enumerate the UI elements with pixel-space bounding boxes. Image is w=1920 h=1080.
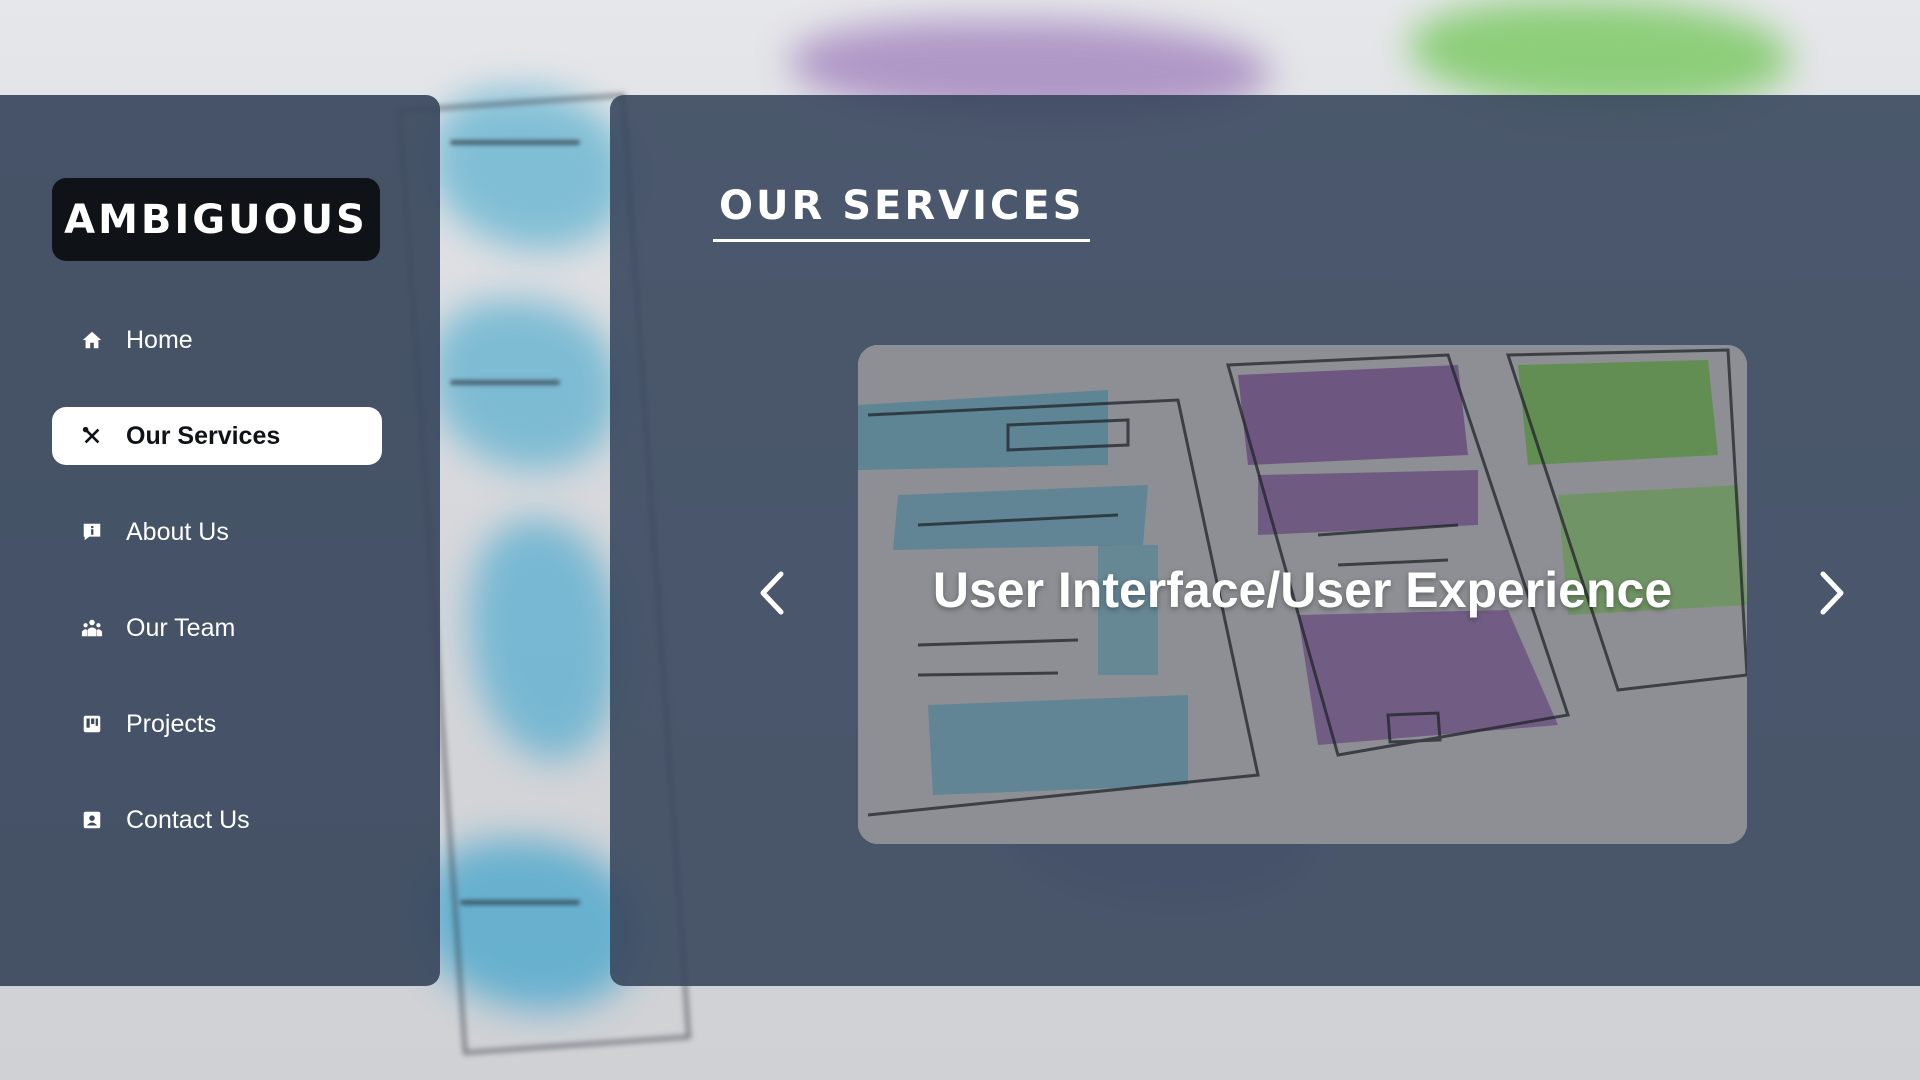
nav-item-projects[interactable]: Projects bbox=[52, 695, 382, 753]
sidebar-nav: Home Our Services About Us Our Team Proj… bbox=[52, 311, 382, 887]
services-carousel[interactable]: User Interface/User Experience bbox=[858, 345, 1747, 844]
projects-icon bbox=[80, 712, 104, 736]
nav-item-label: Our Team bbox=[126, 613, 236, 642]
nav-item-contact-us[interactable]: Contact Us bbox=[52, 791, 382, 849]
carousel-next-button[interactable] bbox=[1810, 563, 1854, 623]
nav-item-our-team[interactable]: Our Team bbox=[52, 599, 382, 657]
brand-logo[interactable]: AMBIGUOUS bbox=[52, 178, 380, 261]
info-card-icon bbox=[80, 520, 104, 544]
slide-title: User Interface/User Experience bbox=[932, 562, 1673, 618]
page-title: OUR SERVICES bbox=[713, 183, 1091, 242]
nav-item-label: Projects bbox=[126, 709, 217, 738]
nav-item-our-services[interactable]: Our Services bbox=[52, 407, 382, 465]
nav-item-label: Home bbox=[126, 325, 193, 354]
nav-item-label: Our Services bbox=[126, 421, 281, 450]
home-icon bbox=[80, 328, 104, 352]
carousel-prev-button[interactable] bbox=[750, 563, 794, 623]
nav-item-home[interactable]: Home bbox=[52, 311, 382, 369]
sidebar: AMBIGUOUS Home Our Services About Us Our… bbox=[0, 95, 440, 986]
chevron-right-icon bbox=[1820, 571, 1844, 615]
team-icon bbox=[80, 616, 104, 640]
main-content: OUR SERVICES User Interface/User Experie… bbox=[610, 95, 1920, 986]
nav-item-about-us[interactable]: About Us bbox=[52, 503, 382, 561]
nav-item-label: Contact Us bbox=[126, 805, 250, 834]
contact-icon bbox=[80, 808, 104, 832]
nav-item-label: About Us bbox=[126, 517, 229, 546]
chevron-left-icon bbox=[760, 571, 784, 615]
tools-icon bbox=[80, 424, 104, 448]
